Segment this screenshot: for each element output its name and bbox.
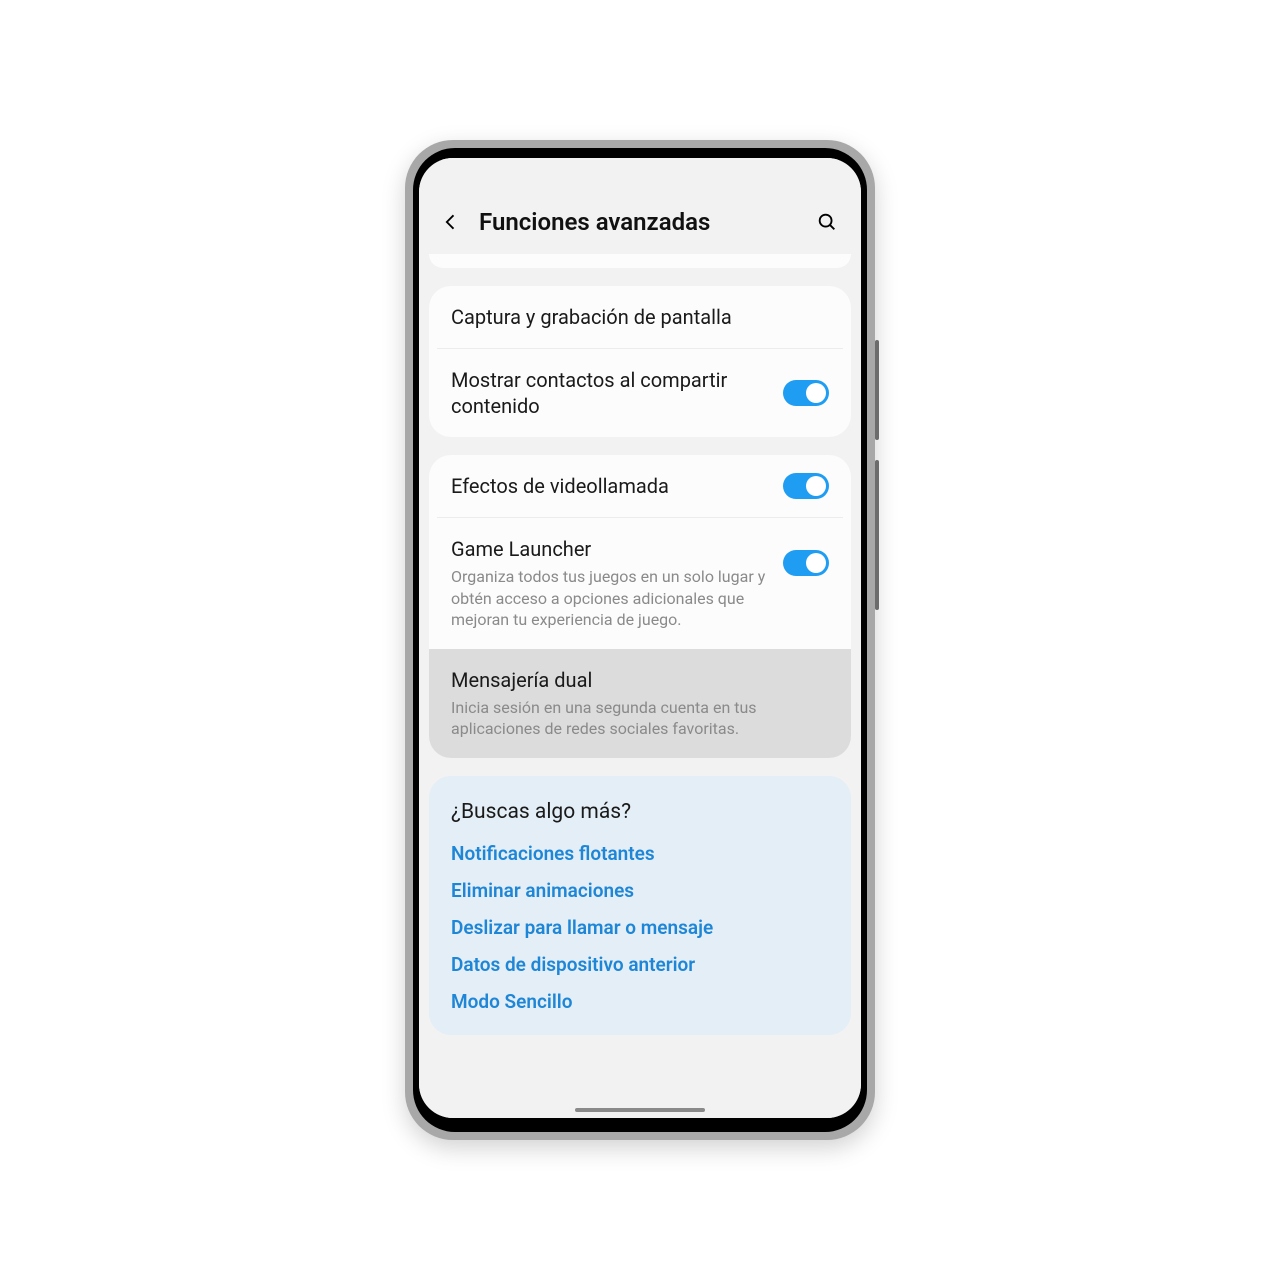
- page-title: Funciones avanzadas: [479, 208, 799, 236]
- row-game-launcher[interactable]: Game Launcher Organiza todos tus juegos …: [437, 517, 843, 649]
- search-icon: [816, 211, 838, 233]
- chevron-left-icon: [441, 212, 461, 232]
- search-button[interactable]: [813, 208, 841, 236]
- row-title: Captura y grabación de pantalla: [451, 304, 829, 330]
- content-scroll[interactable]: Captura y grabación de pantalla Mostrar …: [419, 254, 861, 1118]
- toggle-video-effects[interactable]: [783, 473, 829, 499]
- toggle-game-launcher[interactable]: [783, 550, 829, 576]
- row-dual-messenger[interactable]: Mensajería dual Inicia sesión en una seg…: [429, 649, 851, 758]
- settings-group-2: Efectos de videollamada Game Launcher Or…: [429, 455, 851, 758]
- app-header: Funciones avanzadas: [419, 158, 861, 254]
- row-desc: Organiza todos tus juegos en un solo lug…: [451, 566, 769, 631]
- row-title: Efectos de videollamada: [451, 473, 769, 499]
- row-title: Mostrar contactos al compartir contenido: [451, 367, 769, 419]
- more-section: ¿Buscas algo más? Notificaciones flotant…: [429, 776, 851, 1035]
- more-link-2[interactable]: Deslizar para llamar o mensaje: [451, 916, 829, 939]
- row-show-contacts[interactable]: Mostrar contactos al compartir contenido: [437, 348, 843, 437]
- row-desc: Inicia sesión en una segunda cuenta en t…: [451, 697, 829, 740]
- row-screen-capture[interactable]: Captura y grabación de pantalla: [429, 286, 851, 348]
- back-button[interactable]: [437, 208, 465, 236]
- row-video-effects[interactable]: Efectos de videollamada: [429, 455, 851, 517]
- more-link-0[interactable]: Notificaciones flotantes: [451, 842, 829, 865]
- phone-bezel: Funciones avanzadas Captura y grabación …: [413, 148, 867, 1132]
- more-link-1[interactable]: Eliminar animaciones: [451, 879, 829, 902]
- settings-group-1: Captura y grabación de pantalla Mostrar …: [429, 286, 851, 437]
- home-indicator[interactable]: [575, 1108, 705, 1112]
- row-title: Mensajería dual: [451, 667, 829, 693]
- toggle-show-contacts[interactable]: [783, 380, 829, 406]
- more-heading: ¿Buscas algo más?: [451, 800, 829, 824]
- more-link-4[interactable]: Modo Sencillo: [451, 990, 829, 1013]
- settings-group-cutoff: [429, 254, 851, 268]
- screen: Funciones avanzadas Captura y grabación …: [419, 158, 861, 1118]
- row-title: Game Launcher: [451, 536, 769, 562]
- phone-frame: Funciones avanzadas Captura y grabación …: [405, 140, 875, 1140]
- more-link-3[interactable]: Datos de dispositivo anterior: [451, 953, 829, 976]
